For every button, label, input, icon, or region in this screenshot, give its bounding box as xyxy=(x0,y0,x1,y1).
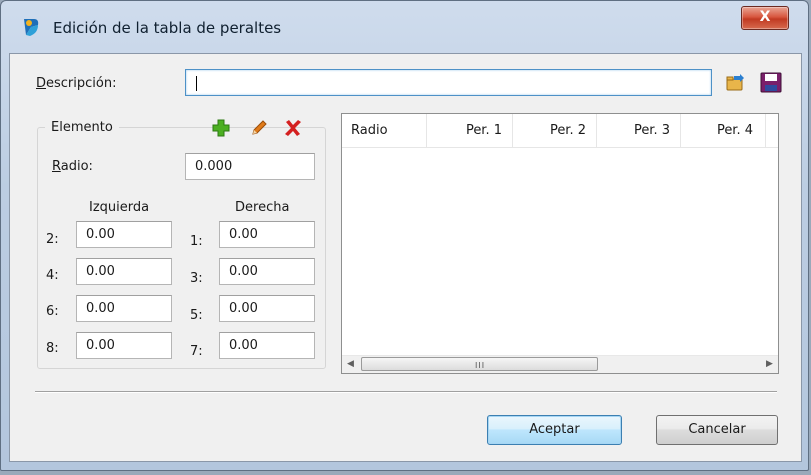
accept-button[interactable]: Aceptar xyxy=(487,415,622,445)
derecha-label-7: 7: xyxy=(190,344,203,359)
bottom-separator xyxy=(35,391,777,393)
text-caret xyxy=(196,76,197,91)
app-logo-icon xyxy=(24,19,39,36)
derecha-header: Derecha xyxy=(235,200,290,215)
close-button[interactable]: X xyxy=(741,6,789,30)
radio-label: Radio: xyxy=(52,159,93,174)
horizontal-scrollbar[interactable]: ◀ III ▶ xyxy=(342,355,778,373)
plus-icon[interactable] xyxy=(212,119,230,137)
izquierda-input-8[interactable] xyxy=(76,332,172,359)
scroll-left-icon[interactable]: ◀ xyxy=(342,356,359,373)
derecha-label-3: 3: xyxy=(190,271,203,286)
derecha-label-1: 1: xyxy=(190,234,203,249)
izquierda-label-2: 2: xyxy=(46,232,59,247)
column-header-radio[interactable]: Radio xyxy=(342,114,427,147)
scroll-grip: III xyxy=(475,361,486,370)
izquierda-input-6[interactable] xyxy=(76,295,172,322)
descripcion-label: Descripción: xyxy=(36,76,117,91)
table-header: Radio Per. 1 Per. 2 Per. 3 Per. 4 xyxy=(342,114,778,148)
column-header-per-3[interactable]: Per. 3 xyxy=(597,114,681,147)
column-header-per-2[interactable]: Per. 2 xyxy=(513,114,597,147)
radio-input[interactable] xyxy=(185,153,315,180)
floppy-disk-icon[interactable] xyxy=(760,72,782,93)
open-folder-icon[interactable] xyxy=(725,73,745,93)
derecha-input-5[interactable] xyxy=(219,295,315,322)
izquierda-label-8: 8: xyxy=(46,341,59,356)
window-title: Edición de la tabla de peraltes xyxy=(53,19,282,37)
derecha-input-1[interactable] xyxy=(219,221,315,248)
red-x-icon[interactable] xyxy=(284,119,302,137)
derecha-label-5: 5: xyxy=(190,308,203,323)
scroll-right-icon[interactable]: ▶ xyxy=(761,356,778,373)
izquierda-label-4: 4: xyxy=(46,268,59,283)
descripcion-input[interactable] xyxy=(185,69,712,96)
title-bar[interactable]: Edición de la tabla de peraltes X xyxy=(1,1,808,45)
scrollbar-thumb[interactable]: III xyxy=(361,357,598,371)
izquierda-input-4[interactable] xyxy=(76,258,172,285)
derecha-input-7[interactable] xyxy=(219,332,315,359)
izquierda-label-6: 6: xyxy=(46,304,59,319)
elemento-group-title: Elemento xyxy=(45,120,119,135)
izquierda-input-2[interactable] xyxy=(76,221,172,248)
izquierda-header: Izquierda xyxy=(89,200,150,215)
derecha-input-3[interactable] xyxy=(219,258,315,285)
column-header-per-1[interactable]: Per. 1 xyxy=(427,114,513,147)
pencil-icon[interactable] xyxy=(250,119,268,137)
cancel-button[interactable]: Cancelar xyxy=(656,415,778,445)
column-header-per-4[interactable]: Per. 4 xyxy=(681,114,766,147)
peraltes-table[interactable]: Radio Per. 1 Per. 2 Per. 3 Per. 4 ◀ III … xyxy=(341,113,779,374)
